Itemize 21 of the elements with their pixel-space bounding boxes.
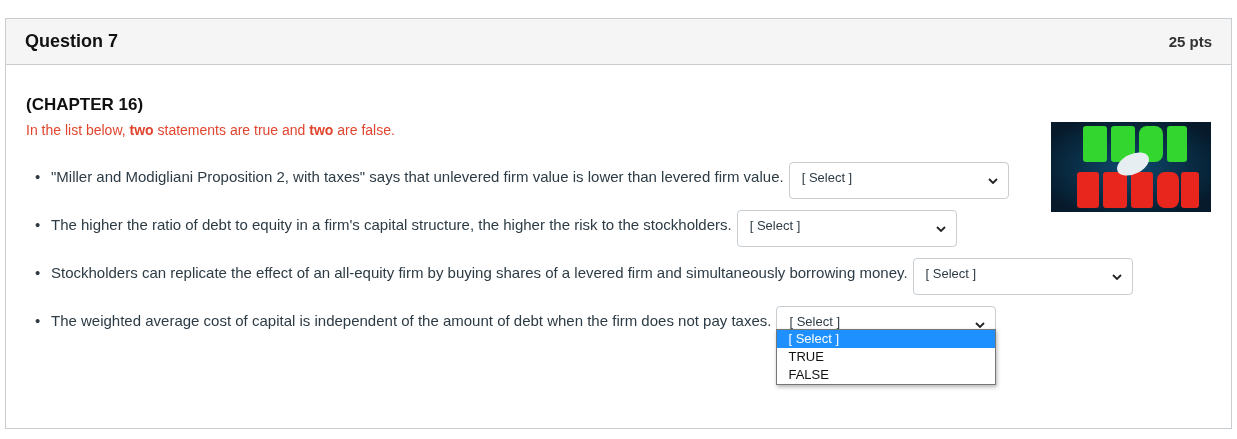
statement-text: The higher the ratio of debt to equity in a firm's capital structure, the higher the risk to the stockholders.: [51, 216, 732, 234]
bullet: •: [35, 167, 42, 188]
question-title: Question 7: [25, 31, 118, 52]
caret-icon: [975, 321, 986, 328]
bullet: •: [35, 263, 42, 284]
answer-dropdown[interactable]: [ Select ]: [736, 210, 957, 248]
bullet: •: [35, 215, 42, 236]
instruction-text: In the list below, two statements are true and two are false.: [26, 122, 396, 138]
statement-text: "Miller and Modigliani Proposition 2, with taxes" says that unlevered firm value is lower than levered firm value.: [51, 168, 784, 186]
dropdown-option[interactable]: TRUE: [777, 348, 996, 367]
caret-icon: [935, 225, 946, 232]
dropdown-option[interactable]: FALSE: [777, 366, 996, 385]
caret-icon: [1111, 273, 1122, 280]
bullet: •: [35, 311, 42, 332]
answer-dropdown[interactable]: [ Select ]: [788, 162, 1009, 200]
statement-text: Stockholders can replicate the effect of an all-equity firm by buying shares of a levered firm and simultaneously borrowing money.: [51, 264, 908, 282]
caret-icon: [987, 177, 998, 184]
chapter-heading: (CHAPTER 16): [26, 95, 145, 115]
statement-text: The weighted average cost of capital is independent of the amount of debt when the firm does not pay taxes.: [51, 312, 772, 330]
points-label: 25 pts: [1168, 33, 1212, 50]
answer-dropdown[interactable]: [ Select ]: [912, 258, 1133, 296]
